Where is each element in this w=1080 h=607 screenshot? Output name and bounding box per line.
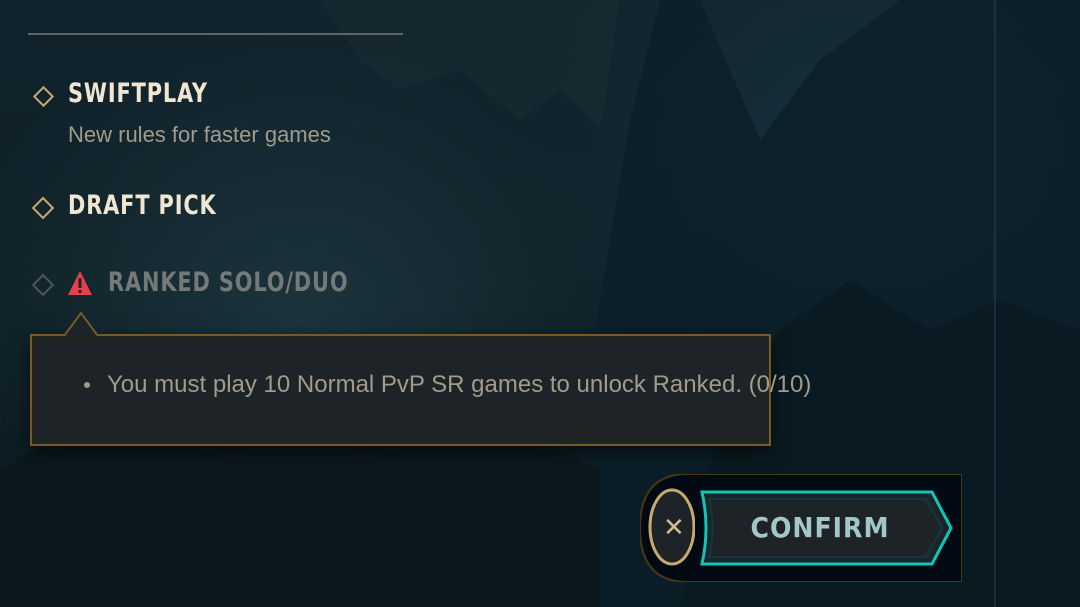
queue-option-title: DRAFT PICK [68, 190, 217, 221]
lobby-background: SWIFTPLAY New rules for faster games DRA… [0, 0, 1080, 607]
queue-option-subtitle: New rules for faster games [68, 122, 331, 147]
bullet-icon [84, 382, 90, 388]
queue-option-title: RANKED SOLO/DUO [108, 267, 349, 298]
queue-option-title: SWIFTPLAY [68, 78, 208, 109]
confirm-label[interactable]: CONFIRM [700, 508, 940, 548]
close-icon[interactable]: ✕ [663, 512, 685, 542]
warning-icon [68, 271, 92, 295]
tooltip-pointer [64, 311, 98, 337]
section-divider [28, 33, 403, 35]
tooltip-message: You must play 10 Normal PvP SR games to … [107, 371, 812, 398]
